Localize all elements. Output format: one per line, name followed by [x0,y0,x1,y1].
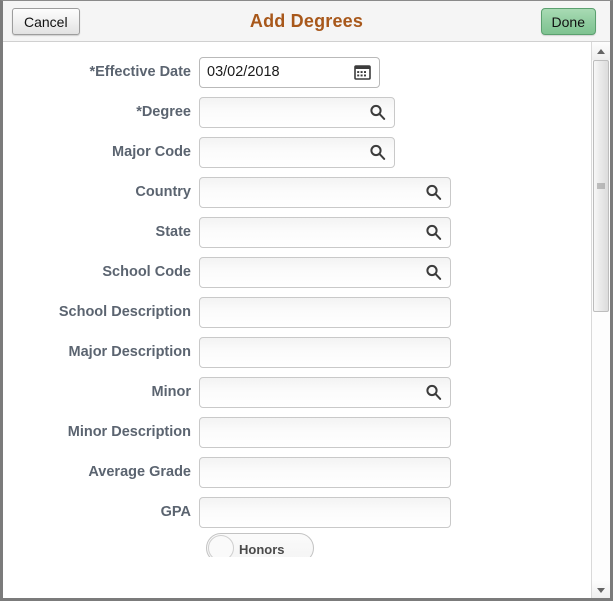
label-degree: *Degree [136,104,191,120]
form-row-school-code: School Code [3,253,591,291]
degree-form: *Effective Date 03/02/2018 *Degree Major Co… [3,42,591,531]
form-row-major-description: Major Description [3,333,591,371]
form-row-minor: Minor [3,373,591,411]
scroll-up-arrow-icon[interactable] [592,42,610,60]
input-major-code[interactable] [199,136,395,168]
input-major-description[interactable] [199,336,451,368]
input-effective-date[interactable]: 03/02/2018 [199,56,380,88]
modal-window: Add Degrees Cancel Done *Effective Date 0… [0,0,613,601]
search-icon[interactable] [425,224,442,241]
scrollbar-thumb[interactable] [593,60,609,312]
toggle-knob [208,535,234,557]
label-school-code: School Code [102,264,191,280]
honors-toggle-clip: Honors [206,533,314,557]
scrollbar-track[interactable] [592,60,610,581]
label-average-grade: Average Grade [88,464,191,480]
vertical-scrollbar[interactable] [591,42,610,598]
honors-toggle-label: Honors [239,541,285,557]
scrollbar-grip-icon [597,183,605,190]
form-row-minor-description: Minor Description [3,413,591,451]
label-major-description: Major Description [68,344,191,360]
cancel-button[interactable]: Cancel [12,8,80,35]
label-school-description: School Description [58,304,191,320]
label-country: Country [135,184,191,200]
form-row-average-grade: Average Grade [3,453,591,491]
search-icon[interactable] [425,264,442,281]
search-icon[interactable] [369,104,386,121]
form-row-gpa: GPA [3,493,591,531]
label-minor-description: Minor Description [67,424,191,440]
done-button-label: Done [551,13,585,30]
label-gpa: GPA [160,504,191,520]
input-degree[interactable] [199,96,395,128]
modal-header: Add Degrees [3,1,610,42]
input-school-code[interactable] [199,256,451,288]
form-row-country: Country [3,173,591,211]
label-effective-date: *Effective Date [89,64,191,80]
form-row-school-description: School Description [3,293,591,331]
calendar-icon[interactable] [354,64,371,81]
page-title: Add Degrees [249,10,364,31]
form-row-state: State [3,213,591,251]
input-minor-description[interactable] [199,416,451,448]
form-row-major-code: Major Code [3,133,591,171]
scroll-down-arrow-icon[interactable] [592,581,610,598]
input-minor[interactable] [199,376,451,408]
input-state[interactable] [199,216,451,248]
input-country[interactable] [199,176,451,208]
input-gpa[interactable] [199,496,451,528]
honors-toggle[interactable]: Honors [206,533,314,557]
label-minor: Minor [151,384,191,400]
input-average-grade[interactable] [199,456,451,488]
input-school-description[interactable] [199,296,451,328]
label-major-code: Major Code [112,144,191,160]
input-value-effective-date: 03/02/2018 [207,64,280,80]
search-icon[interactable] [369,144,386,161]
done-button[interactable]: Done [540,8,596,35]
form-row-degree: *Degree [3,93,591,131]
form-scroll-area: *Effective Date 03/02/2018 *Degree Major Co… [3,42,591,598]
cancel-button-label: Cancel [24,13,68,30]
form-row-effective-date: *Effective Date 03/02/2018 [3,53,591,91]
search-icon[interactable] [425,384,442,401]
search-icon[interactable] [425,184,442,201]
label-state: State [155,224,191,240]
